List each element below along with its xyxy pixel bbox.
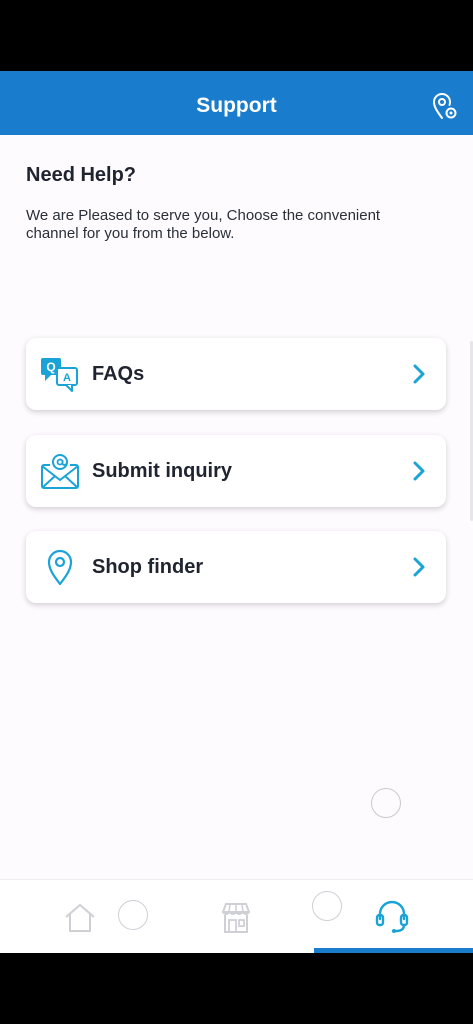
headset-icon[interactable] bbox=[374, 898, 410, 934]
faq-a-letter: A bbox=[63, 372, 71, 384]
location-settings-icon[interactable] bbox=[429, 91, 459, 121]
shop-icon[interactable] bbox=[218, 900, 254, 936]
touch-circle bbox=[312, 891, 342, 921]
active-tab-indicator bbox=[314, 948, 473, 953]
location-pin-icon bbox=[47, 549, 73, 586]
support-screen: Support Need Help? We are Pleased to ser… bbox=[0, 71, 473, 953]
email-envelope-icon bbox=[41, 454, 79, 489]
help-description: We are Pleased to serve you, Choose the … bbox=[26, 207, 381, 242]
faq-chat-icon: Q A bbox=[41, 358, 78, 392]
faqs-option[interactable]: Q A FAQs bbox=[26, 338, 446, 410]
need-help-heading: Need Help? bbox=[26, 164, 137, 186]
faq-q-letter: Q bbox=[46, 360, 55, 374]
bottom-navigation bbox=[0, 879, 473, 953]
submit-inquiry-option[interactable]: Submit inquiry bbox=[26, 435, 446, 507]
chevron-right-icon bbox=[413, 364, 425, 384]
floating-touch-circle bbox=[371, 788, 401, 818]
home-icon[interactable] bbox=[62, 900, 98, 936]
chevron-right-icon bbox=[413, 461, 425, 481]
submit-inquiry-label: Submit inquiry bbox=[92, 460, 232, 482]
shop-finder-option[interactable]: Shop finder bbox=[26, 531, 446, 603]
page-title: Support bbox=[196, 94, 277, 117]
touch-circle bbox=[118, 900, 148, 930]
faqs-label: FAQs bbox=[92, 363, 145, 385]
app-header: Support bbox=[0, 71, 473, 135]
shop-finder-label: Shop finder bbox=[92, 556, 204, 578]
chevron-right-icon bbox=[413, 557, 425, 577]
